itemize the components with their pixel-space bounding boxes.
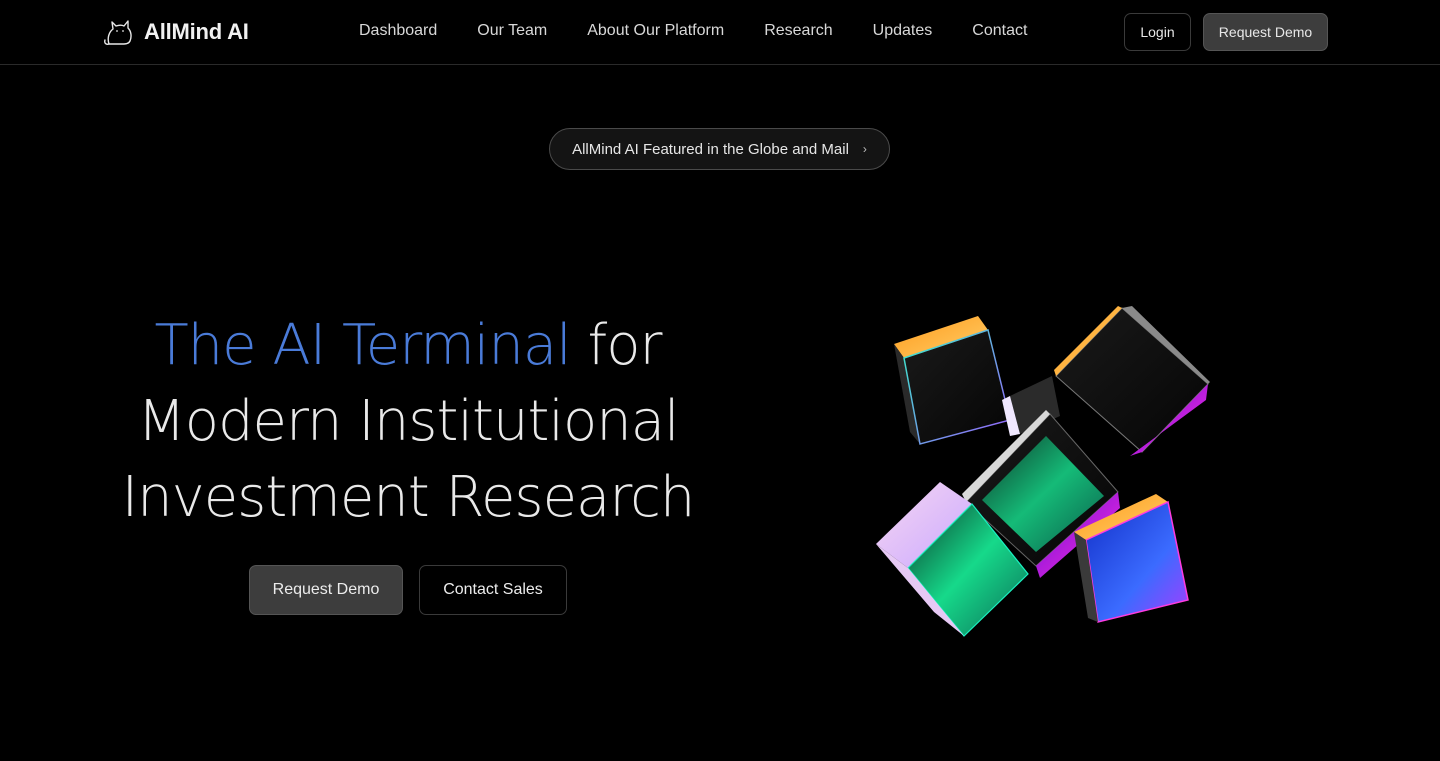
nav-our-team[interactable]: Our Team bbox=[477, 20, 547, 42]
hero-title-line-2: Modern Institutional bbox=[137, 389, 679, 454]
chevron-right-icon: › bbox=[862, 142, 867, 156]
contact-sales-button[interactable]: Contact Sales bbox=[419, 565, 567, 615]
hero-title: The AI Terminal for Modern Institutional… bbox=[100, 308, 716, 536]
nav-updates[interactable]: Updates bbox=[873, 20, 933, 42]
announcement-pill[interactable]: AllMind AI Featured in the Globe and Mai… bbox=[549, 128, 890, 170]
announcement-text: AllMind AI Featured in the Globe and Mai… bbox=[572, 140, 849, 158]
hero-title-line-3: Investment Research bbox=[121, 465, 696, 530]
cube-top-left bbox=[894, 316, 1011, 445]
cube-top-right bbox=[1054, 306, 1210, 456]
nav-about-platform[interactable]: About Our Platform bbox=[587, 20, 724, 42]
hero-title-rest: for bbox=[570, 313, 663, 378]
login-button[interactable]: Login bbox=[1124, 13, 1191, 51]
request-demo-button-header[interactable]: Request Demo bbox=[1203, 13, 1328, 51]
brand-name: AllMind AI bbox=[144, 19, 249, 44]
nav-research[interactable]: Research bbox=[764, 20, 832, 42]
nav-dashboard[interactable]: Dashboard bbox=[359, 20, 437, 42]
top-navbar: AllMind AI Dashboard Our Team About Our … bbox=[0, 0, 1440, 65]
hero-section: The AI Terminal for Modern Institutional… bbox=[100, 308, 716, 536]
hero-title-accent: The AI Terminal bbox=[154, 313, 571, 378]
nav-contact[interactable]: Contact bbox=[972, 20, 1027, 42]
request-demo-button[interactable]: Request Demo bbox=[249, 565, 403, 615]
cat-icon bbox=[104, 20, 132, 45]
main-nav: Dashboard Our Team About Our Platform Re… bbox=[359, 20, 1027, 42]
brand-logo[interactable]: AllMind AI bbox=[102, 14, 249, 50]
floating-cubes-illustration bbox=[876, 306, 1210, 637]
